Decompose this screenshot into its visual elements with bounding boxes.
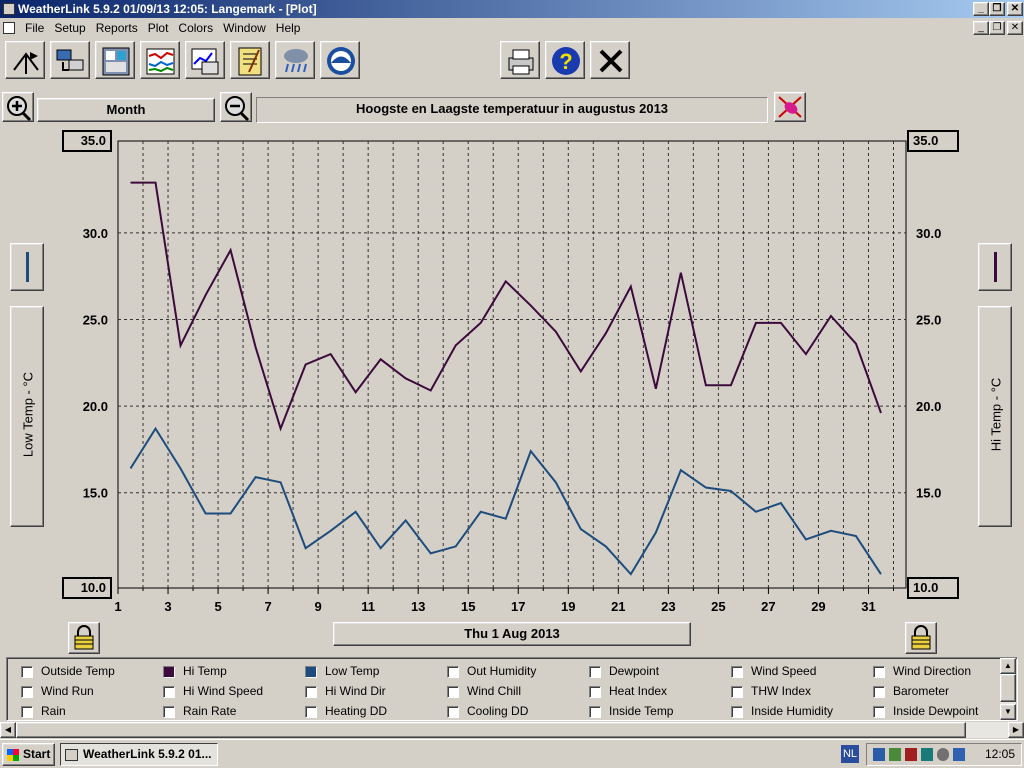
legend-label-wind-run[interactable]: Wind Run [41, 684, 94, 698]
weatherlink-task-icon [65, 749, 78, 761]
network-icon[interactable] [889, 748, 901, 761]
checkbox-inside-humidity[interactable] [731, 706, 743, 718]
task-label: WeatherLink 5.9.2 01... [83, 747, 212, 761]
scroll-up-button[interactable]: ▲ [1000, 658, 1016, 674]
checkbox-rain[interactable] [21, 706, 33, 718]
start-button[interactable]: Start [2, 743, 55, 766]
x-tick-label: 25 [711, 599, 725, 614]
clock-icon[interactable] [937, 748, 949, 761]
y-tick-label-right: 15.0 [916, 486, 941, 501]
checkbox-heating-dd[interactable] [305, 706, 317, 718]
checkbox-outside-temp[interactable] [21, 666, 33, 678]
y-tick-label-right: 20.0 [916, 399, 941, 414]
legend-label-heating-dd[interactable]: Heating DD [325, 704, 387, 718]
shield-icon[interactable] [873, 748, 885, 761]
lock-icon [74, 625, 94, 650]
sync-icon[interactable] [921, 748, 933, 761]
legend-label-outside-temp[interactable]: Outside Temp [41, 664, 115, 678]
legend-label-wind-speed[interactable]: Wind Speed [751, 664, 816, 678]
volume-icon[interactable] [905, 748, 917, 761]
checkbox-thw-index[interactable] [731, 686, 743, 698]
legend-label-dewpoint[interactable]: Dewpoint [609, 664, 659, 678]
legend-label-hi-temp[interactable]: Hi Temp [183, 664, 227, 678]
legend-label-barometer[interactable]: Barometer [893, 684, 949, 698]
checkbox-hi-temp[interactable] [163, 666, 175, 678]
windows-logo-icon [7, 749, 19, 761]
checkbox-inside-dewpoint[interactable] [873, 706, 885, 718]
legend-label-inside-dewpoint[interactable]: Inside Dewpoint [893, 704, 978, 718]
y-tick-label-left: 25.0 [83, 312, 108, 327]
hscroll-thumb[interactable] [16, 722, 966, 738]
x-tick-label: 17 [511, 599, 525, 614]
lock-icon [911, 625, 931, 650]
x-tick-label: 21 [611, 599, 625, 614]
checkbox-hi-wind-speed[interactable] [163, 686, 175, 698]
x-tick-label: 15 [461, 599, 475, 614]
tray: 12:05 [866, 743, 1022, 766]
scroll-left-button[interactable]: ◀ [0, 722, 16, 738]
checkbox-out-humidity[interactable] [447, 666, 459, 678]
x-tick-label: 3 [164, 599, 171, 614]
taskbar: Start WeatherLink 5.9.2 01... 12:05 NL [0, 739, 1024, 768]
legend-label-inside-humidity[interactable]: Inside Humidity [751, 704, 833, 718]
x-tick-label: 31 [861, 599, 875, 614]
y-tick-label-right: 30.0 [916, 226, 941, 241]
series-legend-panel: Outside Temp Hi Temp Low Temp Out Humidity D… [6, 657, 1018, 721]
legend-label-wind-chill[interactable]: Wind Chill [467, 684, 521, 698]
date-button[interactable]: Thu 1 Aug 2013 [333, 622, 691, 646]
legend-label-inside-temp[interactable]: Inside Temp [609, 704, 673, 718]
x-tick-label: 11 [361, 599, 375, 614]
temperature-chart: 30.0 30.025.0 25.020.0 20.015.0 15.01 3 5 7 9 11 1… [83, 140, 941, 614]
checkbox-heat-index[interactable] [589, 686, 601, 698]
scroll-thumb[interactable] [1000, 674, 1016, 702]
language-indicator[interactable]: NL [841, 745, 859, 763]
x-tick-label: 29 [811, 599, 825, 614]
x-tick-label: 7 [264, 599, 271, 614]
y-tick-label-left: 30.0 [83, 226, 108, 241]
legend-label-heat-index[interactable]: Heat Index [609, 684, 667, 698]
y-tick-label-right: 25.0 [916, 312, 941, 327]
x-tick-label: 9 [315, 599, 322, 614]
legend-label-thw-index[interactable]: THW Index [751, 684, 811, 698]
checkbox-wind-speed[interactable] [731, 666, 743, 678]
legend-label-rain-rate[interactable]: Rain Rate [183, 704, 236, 718]
x-tick-label: 19 [561, 599, 575, 614]
legend-label-hi-wind-speed[interactable]: Hi Wind Speed [183, 684, 263, 698]
checkbox-wind-direction[interactable] [873, 666, 885, 678]
checkbox-dewpoint[interactable] [589, 666, 601, 678]
left-lock-button[interactable] [68, 622, 100, 654]
checkbox-inside-temp[interactable] [589, 706, 601, 718]
checkbox-rain-rate[interactable] [163, 706, 175, 718]
scroll-down-button[interactable]: ▼ [1000, 704, 1016, 720]
legend-scrollbar[interactable]: ▲ ▼ [1000, 658, 1016, 720]
legend-label-out-humidity[interactable]: Out Humidity [467, 664, 536, 678]
x-tick-label: 5 [214, 599, 221, 614]
checkbox-wind-chill[interactable] [447, 686, 459, 698]
checkbox-barometer[interactable] [873, 686, 885, 698]
checkbox-wind-run[interactable] [21, 686, 33, 698]
x-tick-label: 27 [761, 599, 775, 614]
checkbox-low-temp[interactable] [305, 666, 317, 678]
checkbox-hi-wind-dir[interactable] [305, 686, 317, 698]
x-tick-label: 1 [114, 599, 121, 614]
legend-label-wind-direction[interactable]: Wind Direction [893, 664, 971, 678]
horizontal-scrollbar[interactable]: ◀ ▶ [0, 722, 1024, 738]
plot-frame [117, 140, 907, 589]
x-tick-label: 13 [411, 599, 425, 614]
legend-label-rain[interactable]: Rain [41, 704, 66, 718]
clock[interactable]: 12:05 [985, 747, 1015, 761]
start-label: Start [23, 747, 51, 761]
legend-label-cooling-dd[interactable]: Cooling DD [467, 704, 528, 718]
right-lock-button[interactable] [905, 622, 937, 654]
y-tick-label-left: 15.0 [83, 486, 108, 501]
legend-label-low-temp[interactable]: Low Temp [325, 664, 379, 678]
x-tick-label: 23 [661, 599, 675, 614]
scroll-right-button[interactable]: ▶ [1008, 722, 1024, 738]
monitor-icon[interactable] [953, 748, 965, 761]
task-weatherlink[interactable]: WeatherLink 5.9.2 01... [60, 743, 218, 766]
legend-label-hi-wind-dir[interactable]: Hi Wind Dir [325, 684, 386, 698]
y-tick-label-left: 20.0 [83, 399, 108, 414]
checkbox-cooling-dd[interactable] [447, 706, 459, 718]
